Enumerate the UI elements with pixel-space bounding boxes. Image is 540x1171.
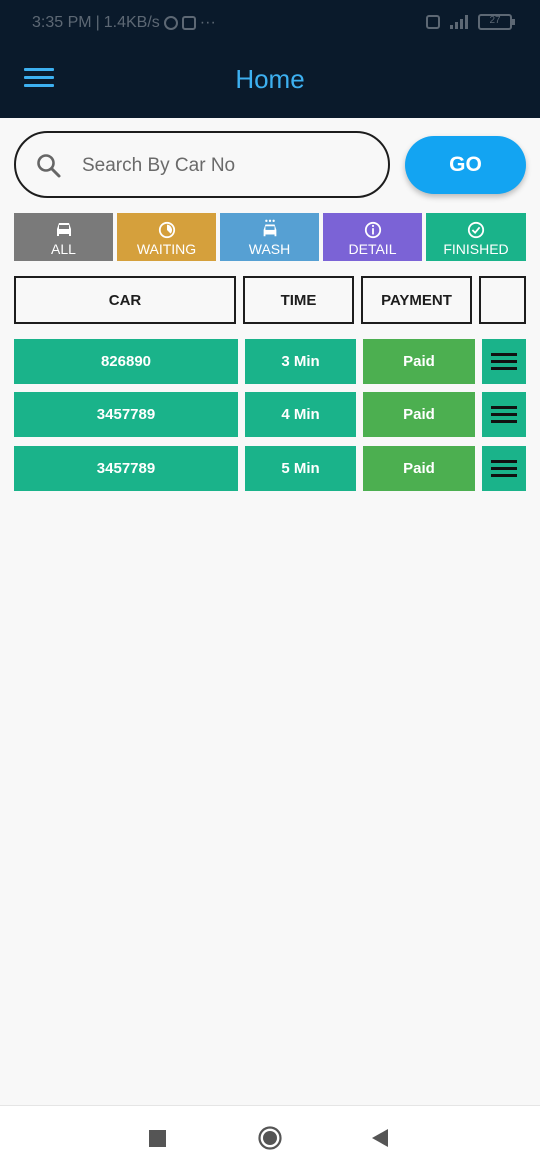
battery-level: 27 <box>489 15 501 26</box>
tab-wash-label: WASH <box>248 241 291 257</box>
search-box[interactable] <box>14 131 390 198</box>
skype-icon <box>163 16 178 30</box>
car-icon <box>56 223 71 236</box>
tab-all-label: ALL <box>51 241 76 257</box>
table-row-payment[interactable]: Paid <box>363 339 475 384</box>
status-time: 3:35 PM <box>32 14 92 31</box>
table-row-payment[interactable]: Paid <box>363 392 475 437</box>
signal-icon <box>450 15 468 29</box>
info-icon <box>364 221 381 239</box>
table-row-time[interactable]: 4 Min <box>245 392 356 437</box>
recent-apps-icon[interactable] <box>149 1130 166 1147</box>
youtube-icon <box>181 16 196 30</box>
row-menu-icon[interactable] <box>482 446 526 491</box>
status-left: 3:35 PM | 1.4KB/s ··· <box>32 14 216 32</box>
header-time: TIME <box>243 276 354 324</box>
table-row-car[interactable]: 826890 <box>14 339 238 384</box>
sim-icon <box>426 15 440 29</box>
table-row-car[interactable]: 3457789 <box>14 392 238 437</box>
battery-icon: 27 <box>478 14 515 30</box>
search-icon <box>37 154 61 178</box>
header-action <box>479 276 526 324</box>
tab-detail[interactable]: DETAIL <box>323 213 422 261</box>
header-payment: PAYMENT <box>361 276 472 324</box>
home-icon[interactable] <box>258 1126 282 1150</box>
clock-icon <box>158 221 175 239</box>
table-row-payment[interactable]: Paid <box>363 446 475 491</box>
system-nav-bar <box>0 1105 540 1171</box>
status-right: 27 <box>426 14 515 30</box>
tab-finished-label: FINISHED <box>443 241 509 257</box>
app-bar: Home <box>0 40 540 118</box>
table-row-time[interactable]: 3 Min <box>245 339 356 384</box>
tab-waiting-label: WAITING <box>136 241 197 257</box>
row-menu-icon[interactable] <box>482 339 526 384</box>
tab-finished[interactable]: FINISHED <box>426 213 526 261</box>
car-wash-icon <box>263 219 276 237</box>
check-circle-icon <box>467 221 485 239</box>
status-net-speed: 1.4KB/s <box>103 14 160 31</box>
go-button[interactable]: GO <box>405 136 526 194</box>
header-car: CAR <box>14 276 236 324</box>
tab-wash[interactable]: WASH <box>220 213 319 261</box>
status-separator: | <box>95 14 100 31</box>
table-row-car[interactable]: 3457789 <box>14 446 238 491</box>
status-bar: 3:35 PM | 1.4KB/s ··· 27 <box>0 0 540 40</box>
tab-waiting[interactable]: WAITING <box>117 213 216 261</box>
tab-detail-label: DETAIL <box>348 241 397 257</box>
search-input[interactable] <box>80 143 374 189</box>
table-row-time[interactable]: 5 Min <box>245 446 356 491</box>
row-menu-icon[interactable] <box>482 392 526 437</box>
page-title: Home <box>235 64 305 94</box>
status-more: ··· <box>199 14 216 31</box>
back-icon[interactable] <box>371 1128 389 1148</box>
tab-all[interactable]: ALL <box>14 213 113 261</box>
